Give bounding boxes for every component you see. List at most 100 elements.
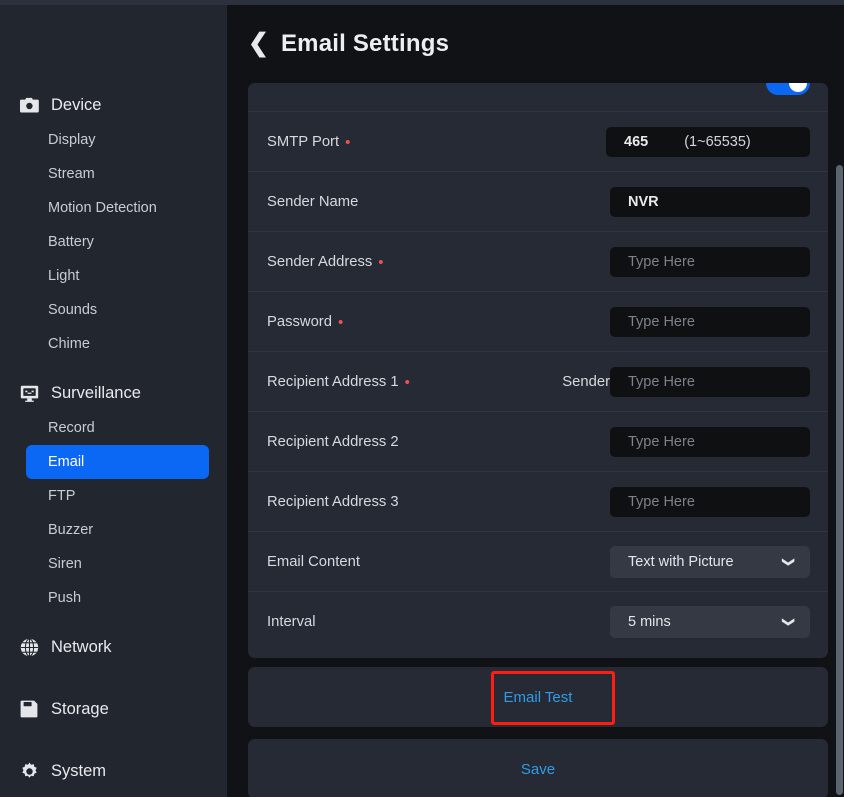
sidebar-item-buzzer[interactable]: Buzzer — [26, 513, 209, 547]
sidebar-item-label: Push — [48, 590, 82, 606]
email-test-button[interactable]: Email Test — [248, 667, 828, 727]
sidebar-item-sounds[interactable]: Sounds — [26, 293, 209, 327]
sidebar-item-label: Stream — [48, 166, 95, 182]
form-row-sender-address[interactable]: Sender Address • Type Here — [248, 231, 828, 291]
globe-icon — [18, 636, 40, 658]
select-value: 5 mins — [628, 613, 671, 630]
form-row-ssl-or-tls[interactable]: SSL or TLS — [248, 83, 828, 111]
sidebar-group-network[interactable]: Network — [0, 629, 227, 665]
password-input[interactable]: Type Here — [610, 306, 810, 337]
recipient-address-3-input[interactable]: Type Here — [610, 486, 810, 517]
input-placeholder: Type Here — [628, 313, 695, 330]
form-label: Password — [267, 313, 332, 330]
required-marker: • — [404, 374, 410, 391]
sidebar-item-siren[interactable]: Siren — [26, 547, 209, 581]
form-label: SSL or TLS — [267, 83, 343, 87]
sender-name-input[interactable]: NVR — [610, 186, 810, 217]
sidebar-item-label: Record — [48, 420, 95, 436]
input-placeholder: Type Here — [628, 433, 695, 450]
input-placeholder: Type Here — [628, 373, 695, 390]
gear-icon — [18, 760, 40, 782]
sidebar-item-label: Buzzer — [48, 522, 94, 538]
sidebar-item-light[interactable]: Light — [26, 259, 209, 293]
form-label: Interval — [267, 613, 316, 630]
sidebar-item-motion-detection[interactable]: Motion Detection — [26, 191, 209, 225]
recipient-address-2-input[interactable]: Type Here — [610, 426, 810, 457]
input-placeholder: Type Here — [628, 493, 695, 510]
input-placeholder: Type Here — [628, 253, 695, 270]
interval-select[interactable]: 5 mins ❯ — [610, 605, 810, 638]
sidebar-group-label: Surveillance — [51, 383, 141, 402]
form-label: Email Content — [267, 553, 360, 570]
settings-panel: SSL or TLS SMTP Port • 465 (1~65535) Sen… — [248, 83, 828, 658]
page-title: Email Settings — [280, 30, 450, 57]
form-label: Recipient Address 1 — [267, 373, 399, 390]
sidebar-group-device[interactable]: Device — [0, 87, 227, 123]
sidebar-item-label: Email — [48, 454, 85, 470]
sidebar: Device Display Stream Motion Detection B… — [0, 5, 227, 797]
sidebar-group-label: System — [51, 761, 107, 780]
scrollbar-track[interactable] — [835, 5, 844, 797]
sidebar-item-label: Display — [48, 132, 96, 148]
scrollbar-thumb[interactable] — [836, 165, 843, 795]
form-label: SMTP Port — [267, 133, 340, 150]
range-hint: (1~65535) — [684, 133, 751, 150]
required-marker: • — [345, 134, 351, 151]
sidebar-item-ftp[interactable]: FTP — [26, 479, 209, 513]
form-row-email-content[interactable]: Email Content Text with Picture ❯ — [248, 531, 828, 591]
sidebar-item-chime[interactable]: Chime — [26, 327, 209, 361]
sidebar-item-email[interactable]: Email — [26, 445, 209, 479]
sidebar-item-label: Battery — [48, 234, 94, 250]
form-row-recipient-address-3[interactable]: Recipient Address 3 Type Here — [248, 471, 828, 531]
sidebar-item-label: Chime — [48, 336, 90, 352]
form-row-smtp-port[interactable]: SMTP Port • 465 (1~65535) — [248, 111, 828, 171]
recipient-address-1-input[interactable]: Type Here — [610, 366, 810, 397]
smtp-port-input[interactable]: 465 (1~65535) — [606, 126, 810, 157]
required-marker: • — [378, 254, 384, 271]
sidebar-group-storage[interactable]: Storage — [0, 691, 227, 727]
toggle-knob — [789, 83, 807, 92]
monitor-icon — [18, 382, 40, 404]
chevron-left-icon[interactable]: ❮ — [248, 30, 269, 56]
input-value: NVR — [628, 193, 659, 210]
sidebar-item-label: Motion Detection — [48, 200, 157, 216]
camera-icon — [18, 94, 40, 116]
sidebar-group-surveillance[interactable]: Surveillance — [0, 375, 227, 411]
sidebar-group-label: Network — [51, 637, 112, 656]
ssl-tls-toggle[interactable] — [766, 83, 810, 95]
form-label: Recipient Address 2 — [267, 433, 399, 450]
sidebar-item-label: Light — [48, 268, 80, 284]
form-row-password[interactable]: Password • Type Here — [248, 291, 828, 351]
form-label: Sender Name — [267, 193, 359, 210]
form-label: Sender Address — [267, 253, 373, 270]
app-root: Device Display Stream Motion Detection B… — [0, 0, 844, 797]
chevron-down-icon: ❯ — [781, 556, 796, 567]
sidebar-group-system[interactable]: System — [0, 753, 227, 789]
sidebar-item-push[interactable]: Push — [26, 581, 209, 615]
sender-address-input[interactable]: Type Here — [610, 246, 810, 277]
sidebar-item-battery[interactable]: Battery — [26, 225, 209, 259]
input-value: 465 — [624, 133, 649, 150]
page-header: ❮ Email Settings — [227, 5, 844, 83]
occluded-sender-text: Sender — [562, 373, 610, 390]
sidebar-group-label: Storage — [51, 699, 109, 718]
sidebar-item-record[interactable]: Record — [26, 411, 209, 445]
form-row-recipient-address-2[interactable]: Recipient Address 2 Type Here — [248, 411, 828, 471]
save-label: Save — [520, 760, 556, 778]
form-label: Recipient Address 3 — [267, 493, 399, 510]
floppy-disk-icon — [18, 698, 40, 720]
save-button[interactable]: Save — [248, 739, 828, 797]
content-area: ❮ Email Settings SSL or TLS SMTP Port • … — [227, 5, 844, 797]
email-test-label: Email Test — [503, 688, 573, 706]
required-marker: • — [337, 314, 344, 331]
sidebar-item-display[interactable]: Display — [26, 123, 209, 157]
form-row-sender-name[interactable]: Sender Name NVR — [248, 171, 828, 231]
chevron-down-icon: ❯ — [781, 616, 796, 627]
sidebar-item-label: FTP — [48, 488, 76, 504]
sidebar-group-label: Device — [51, 95, 102, 114]
sidebar-item-stream[interactable]: Stream — [26, 157, 209, 191]
form-row-recipient-address-1[interactable]: Recipient Address 1 • Sender Type Here — [248, 351, 828, 411]
email-content-select[interactable]: Text with Picture ❯ — [610, 545, 810, 578]
form-row-interval[interactable]: Interval 5 mins ❯ — [248, 591, 828, 651]
select-value: Text with Picture — [628, 553, 734, 570]
